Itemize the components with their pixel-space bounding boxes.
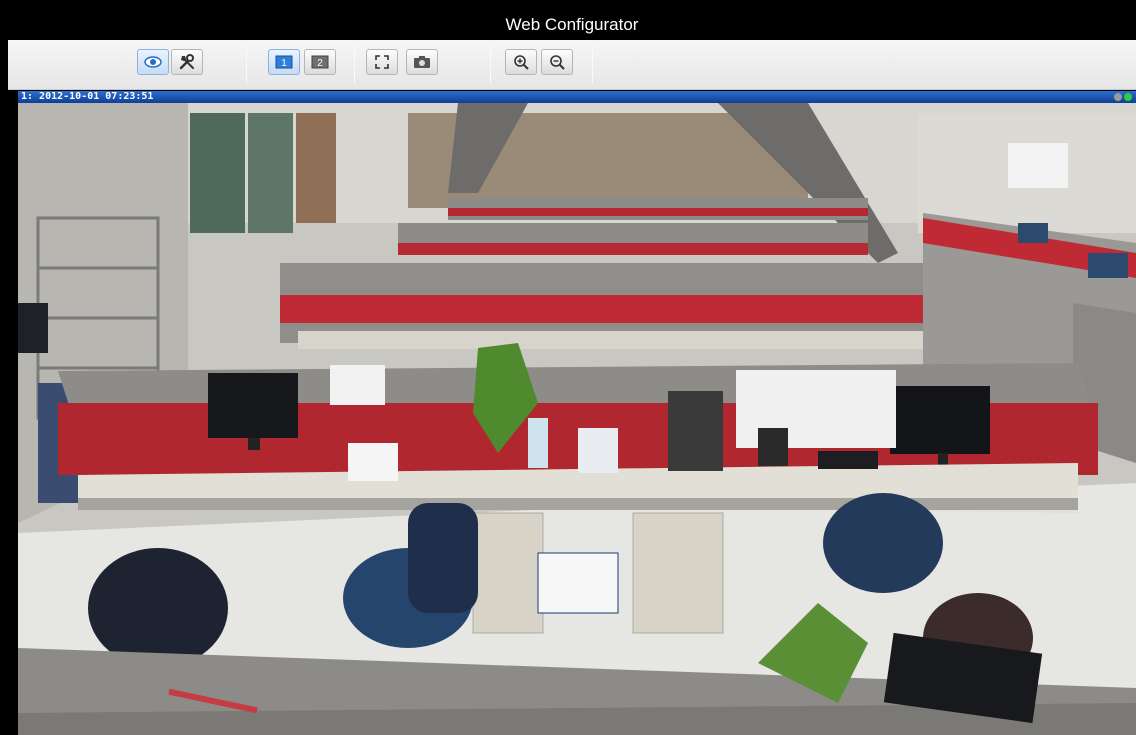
video-overlay-bar: 1: 2012-10-01 07:23:51 — [18, 91, 1136, 103]
layout-1-icon: 1 — [275, 55, 293, 69]
camera-view[interactable]: 1: 2012-10-01 07:23:51 — [18, 91, 1136, 735]
zoom-out-icon — [550, 55, 565, 70]
web-configurator-window: Web Configurator 1 2 1: 2012-10-01 07:23… — [0, 0, 1136, 735]
zoom-out-button[interactable] — [541, 49, 573, 75]
fullscreen-button[interactable] — [366, 49, 398, 75]
zoom-in-button[interactable] — [505, 49, 537, 75]
layout-2-button[interactable]: 2 — [304, 49, 336, 75]
status-dot-gray — [1114, 93, 1122, 101]
svg-text:2: 2 — [317, 58, 323, 69]
camera-icon — [414, 56, 430, 68]
office-camera-feed — [18, 103, 1136, 735]
svg-text:1: 1 — [281, 58, 287, 69]
window-title: Web Configurator — [8, 10, 1136, 40]
snapshot-button[interactable] — [406, 49, 438, 75]
zoom-in-icon — [514, 55, 529, 70]
tools-icon — [179, 54, 194, 70]
settings-button[interactable] — [171, 49, 203, 75]
camera-timestamp: 1: 2012-10-01 07:23:51 — [21, 91, 154, 102]
status-dot-green — [1124, 93, 1132, 101]
toolbar: 1 2 — [8, 40, 1136, 90]
layout-2-icon: 2 — [311, 55, 329, 69]
stream-status — [1114, 93, 1132, 101]
layout-1-button[interactable]: 1 — [268, 49, 300, 75]
fullscreen-icon — [375, 55, 389, 69]
eye-icon — [144, 56, 162, 68]
view-button[interactable] — [137, 49, 169, 75]
